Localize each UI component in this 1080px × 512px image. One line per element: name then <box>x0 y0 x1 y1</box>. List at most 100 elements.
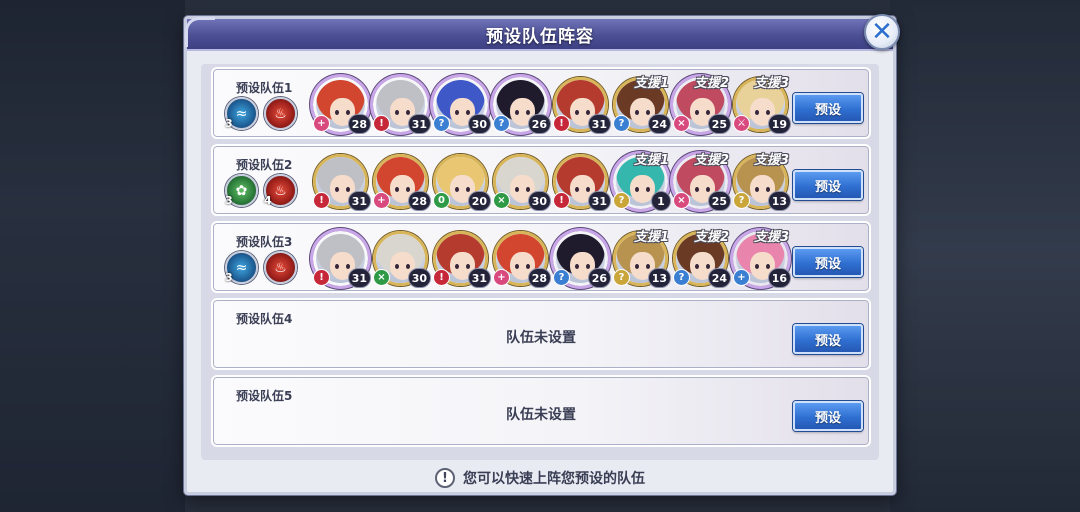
team-label: 预设队伍4 <box>236 312 293 326</box>
hero-eye <box>395 187 399 192</box>
member-portraits: ! 31 +28 0 20 × 30! 31 支援1? 1 支援2 × 25 支援3? 13 <box>313 153 791 211</box>
hero-eye <box>395 110 399 115</box>
preset-button[interactable]: 预设 <box>793 93 863 123</box>
hero-eye <box>695 264 699 269</box>
hero-eye <box>335 110 339 115</box>
member-portraits: +28! 31? 30? 26! 31 支援1? 24 支援2 × 25 支援3 ⚔ 19 <box>313 76 791 134</box>
level-badge: 26 <box>527 114 551 134</box>
support-tag: 支援3 <box>754 76 790 91</box>
class-icon: ! <box>433 269 450 286</box>
hero-portrait[interactable]: ! 31 <box>553 154 611 211</box>
support-tag: 支援2 <box>694 230 730 245</box>
class-icon: ? <box>673 269 690 286</box>
support-tag: 支援3 <box>754 153 790 168</box>
class-icon: ? <box>613 269 630 286</box>
class-icon: ! <box>313 192 330 209</box>
hero-portrait[interactable]: ! 31 <box>313 154 371 211</box>
class-icon: ! <box>553 115 570 132</box>
hero-portrait[interactable]: ! 31 <box>313 231 371 288</box>
hero-eye <box>575 187 579 192</box>
hero-eye <box>755 187 759 192</box>
hero-eye <box>526 187 530 192</box>
class-icon: × <box>373 269 390 286</box>
class-icon: + <box>373 192 390 209</box>
hero-eye <box>395 264 399 269</box>
hero-eye <box>515 264 519 269</box>
hero-portrait[interactable]: 支援1? 1 <box>613 153 671 211</box>
corner-ornament <box>185 17 215 47</box>
hero-portrait[interactable]: +28 <box>313 77 371 134</box>
hero-eye <box>695 110 699 115</box>
class-icon: ? <box>613 192 630 209</box>
hero-portrait[interactable]: ? 30 <box>433 77 491 134</box>
class-icon: ! <box>553 192 570 209</box>
level-badge: 20 <box>467 191 491 211</box>
hero-portrait[interactable]: 0 20 <box>433 154 491 211</box>
dialog-header: 预设队伍阵容 <box>185 17 893 51</box>
preset-button[interactable]: 预设 <box>793 324 863 354</box>
hero-eye <box>335 264 339 269</box>
hero-portrait[interactable]: ? 26 <box>553 231 611 288</box>
element-count: 4 <box>264 194 272 207</box>
support-tag: 支援1 <box>634 153 670 168</box>
hero-eye <box>346 110 350 115</box>
hero-eye <box>635 110 639 115</box>
level-badge: 25 <box>707 114 731 134</box>
water-element-icon: ≈3 <box>225 251 258 284</box>
support-tag: 支援1 <box>634 76 670 91</box>
preset-button[interactable]: 预设 <box>793 247 863 277</box>
level-badge: 31 <box>347 268 371 288</box>
level-badge: 24 <box>647 114 671 134</box>
hero-eye <box>466 264 470 269</box>
team-label: 预设队伍1 <box>236 81 293 95</box>
hero-portrait[interactable]: 支援2 × 25 <box>673 153 731 211</box>
hero-portrait[interactable]: 支援2 × 25 <box>673 76 731 134</box>
element-count: 3 <box>225 194 233 207</box>
class-icon: ⚔ <box>733 115 750 132</box>
hero-portrait[interactable]: ! 31 <box>433 231 491 288</box>
footer-tip: 您可以快速上阵您预设的队伍 <box>463 471 645 487</box>
hero-portrait[interactable]: 支援3 ⚔ 19 <box>733 76 791 134</box>
class-icon: + <box>313 115 330 132</box>
hero-eye <box>575 110 579 115</box>
dialog-title: 预设队伍阵容 <box>486 26 594 47</box>
class-icon: + <box>733 269 750 286</box>
hero-eye <box>455 110 459 115</box>
class-icon: + <box>493 269 510 286</box>
wind-glyph-icon: ✿ <box>235 182 248 199</box>
water-glyph-icon: ≈ <box>235 105 248 122</box>
preset-button[interactable]: 预设 <box>793 401 863 431</box>
hero-portrait[interactable]: × 30 <box>373 231 431 288</box>
hero-portrait[interactable]: 支援3? 13 <box>733 153 791 211</box>
preset-button[interactable]: 预设 <box>793 170 863 200</box>
hero-eye <box>646 110 650 115</box>
hero-eye <box>466 110 470 115</box>
dialog-footer: ! 您可以快速上阵您预设的队伍 <box>187 465 893 491</box>
hero-portrait[interactable]: ! 31 <box>373 77 431 134</box>
member-portraits: ! 31 × 30! 31 +28? 26 支援1? 13 支援2? 24 支援3 +16 <box>313 230 791 288</box>
hero-portrait[interactable]: +28 <box>493 231 551 288</box>
level-badge: 31 <box>587 114 611 134</box>
hero-eye <box>766 110 770 115</box>
preset-team-dialog: 预设队伍阵容 预设队伍1 ≈3 ♨ +28! 31? 30? 26! 31 支援1? 24 支援2 ×… <box>184 16 896 495</box>
hero-portrait[interactable]: 支援1? 24 <box>613 76 671 134</box>
hero-portrait[interactable]: +28 <box>373 154 431 211</box>
class-icon: ? <box>553 269 570 286</box>
hero-eye <box>706 187 710 192</box>
support-tag: 支援2 <box>694 76 730 91</box>
hero-portrait[interactable]: 支援3 +16 <box>733 230 791 288</box>
hero-eye <box>526 264 530 269</box>
close-button[interactable]: ✕ <box>864 14 900 50</box>
team-empty-text: 队伍未设置 <box>506 407 576 423</box>
hero-portrait[interactable]: ! 31 <box>553 77 611 134</box>
hero-eye <box>526 110 530 115</box>
wind-element-icon: ✿ 3 <box>225 174 258 207</box>
hero-eye <box>406 264 410 269</box>
hero-portrait[interactable]: 支援1? 13 <box>613 230 671 288</box>
hero-portrait[interactable]: × 30 <box>493 154 551 211</box>
info-icon: ! <box>435 468 455 488</box>
hero-portrait[interactable]: ? 26 <box>493 77 551 134</box>
element-badges: ✿ 3 ♨ 4 <box>225 174 297 207</box>
hero-portrait[interactable]: 支援2? 24 <box>673 230 731 288</box>
hero-eye <box>766 187 770 192</box>
